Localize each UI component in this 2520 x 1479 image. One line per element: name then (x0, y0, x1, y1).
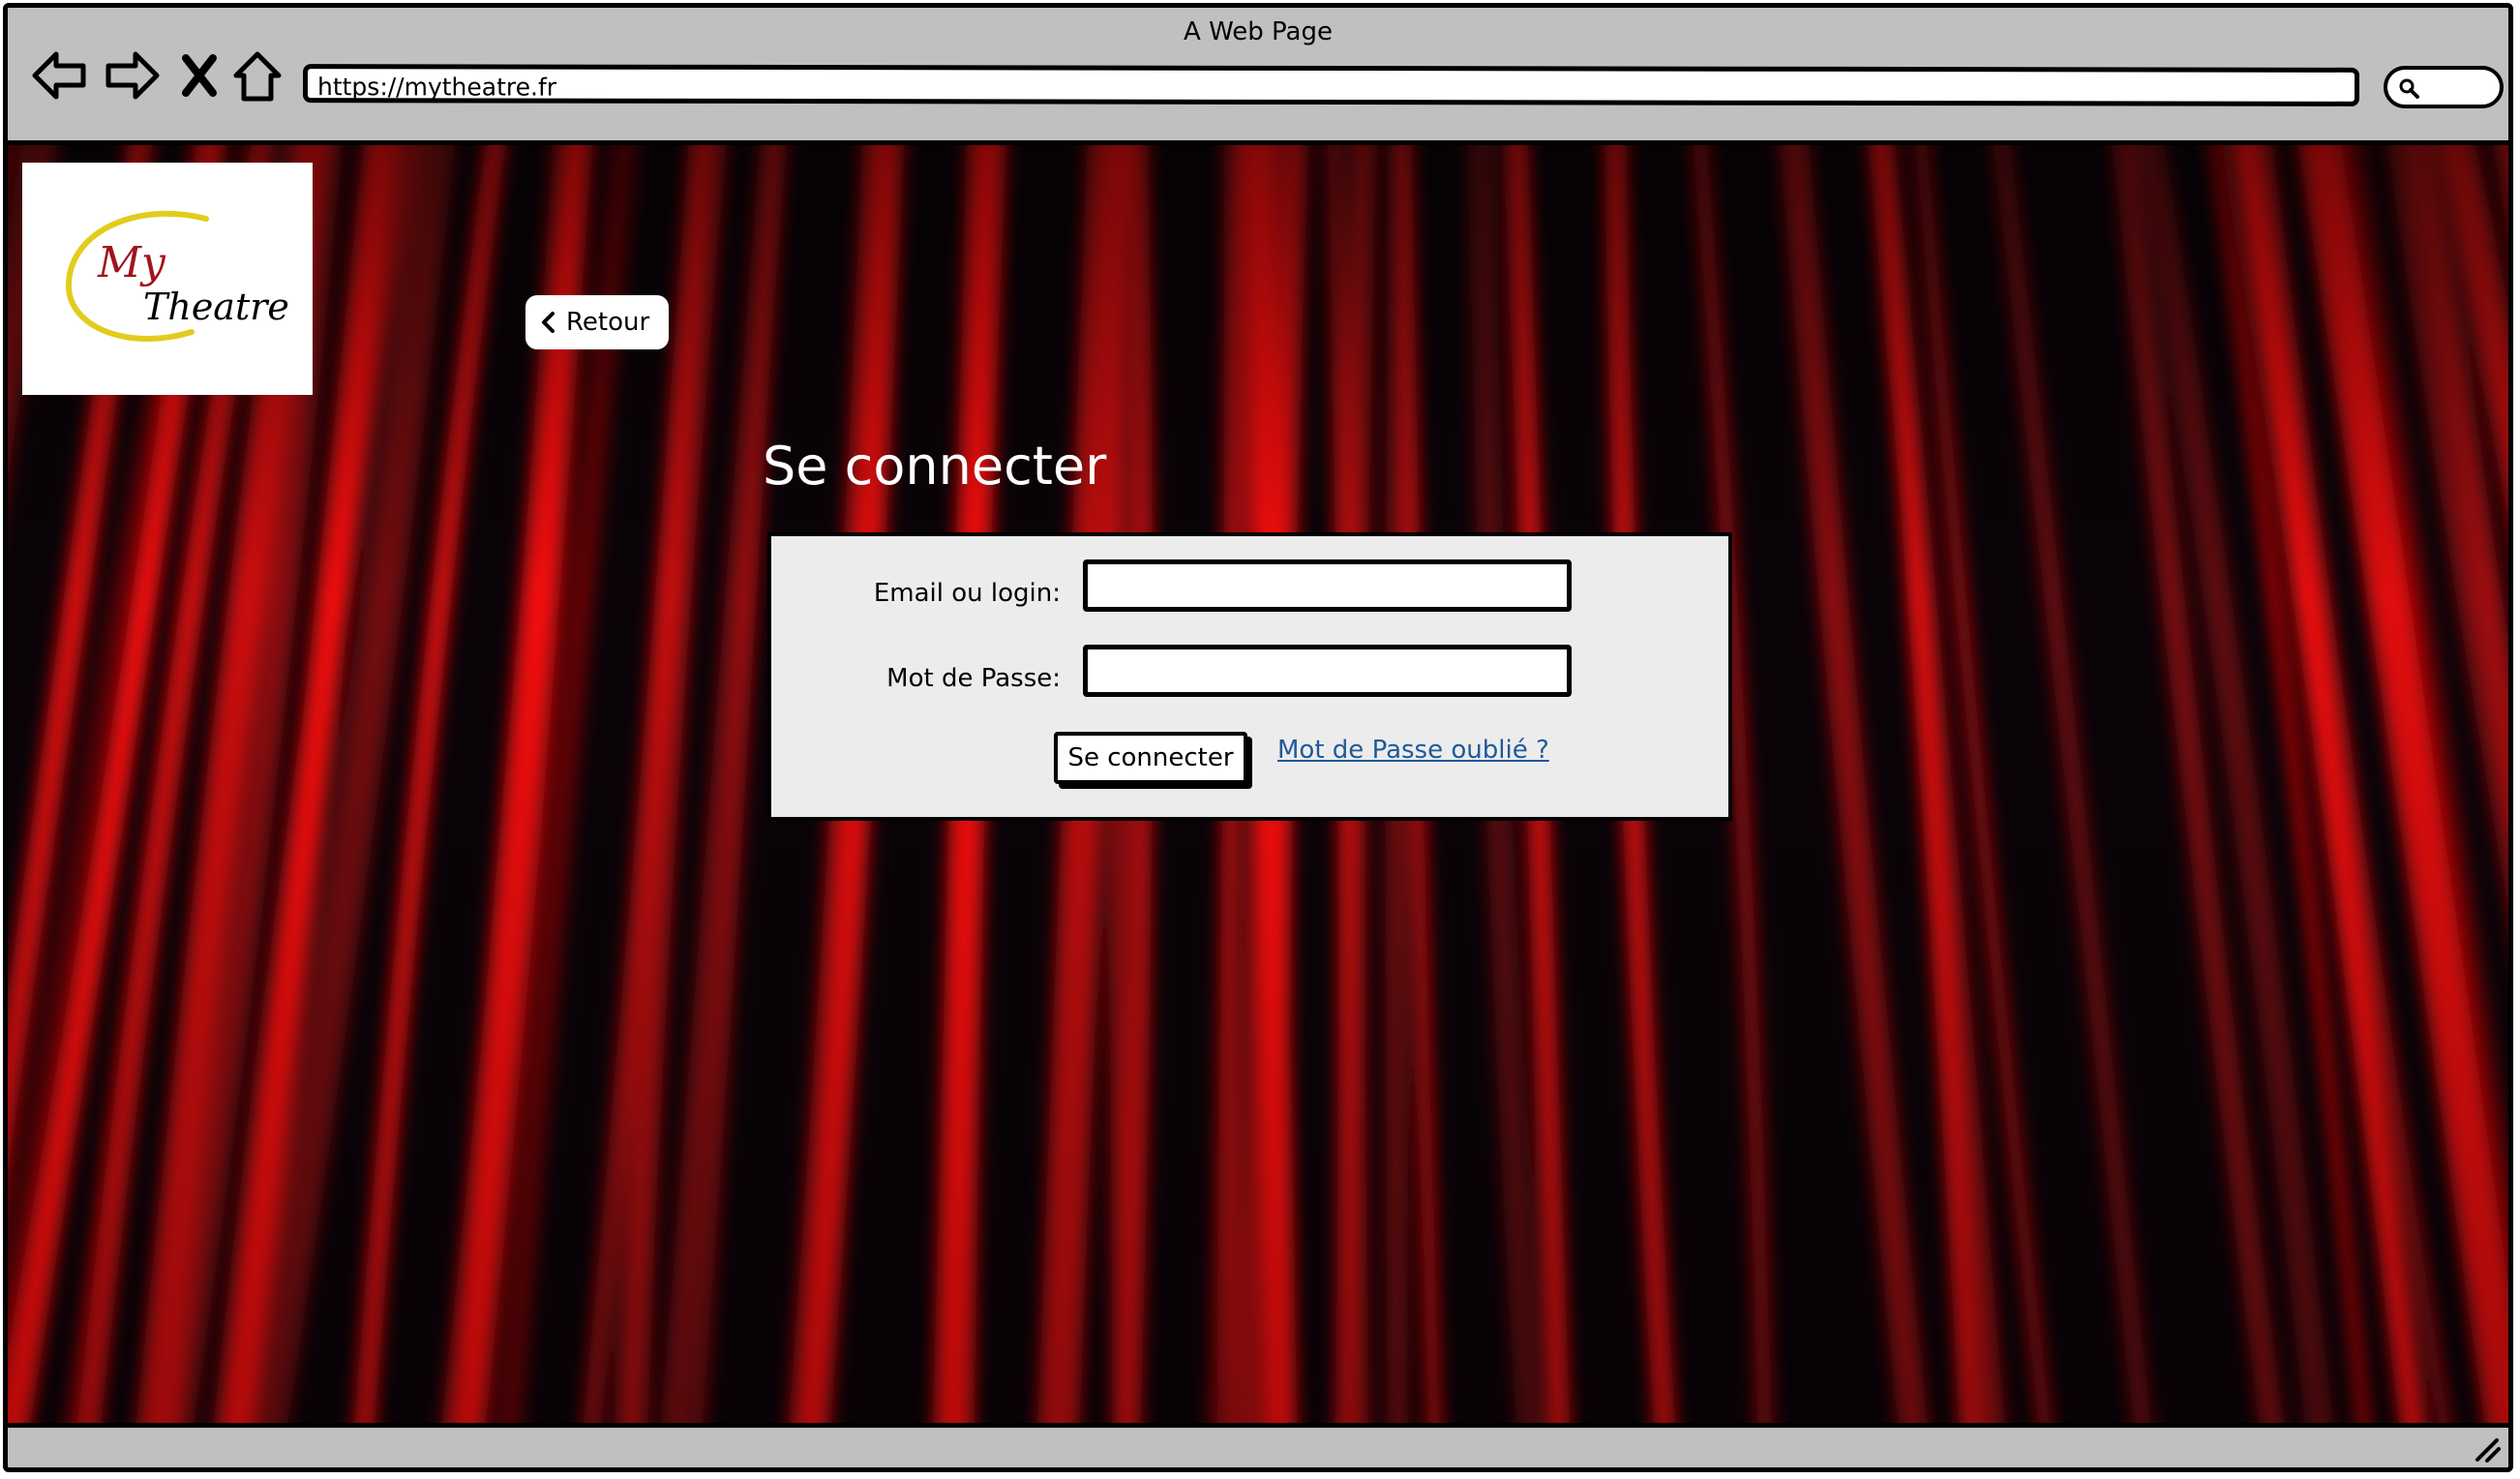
login-form: Email ou login: Mot de Passe: Se connect… (767, 532, 1732, 821)
resize-grip-icon[interactable] (2472, 1434, 2503, 1464)
back-arrow-icon[interactable] (29, 46, 89, 105)
forgot-password-link[interactable]: Mot de Passe oublié ? (1277, 736, 1549, 765)
browser-status-bar (8, 1423, 2508, 1467)
forward-arrow-icon[interactable] (103, 46, 163, 105)
password-input[interactable] (1083, 645, 1572, 697)
email-label: Email ou login: (873, 579, 1061, 608)
browser-search-button[interactable] (2384, 66, 2504, 108)
browser-toolbar: A Web Page https://mytheatre.fr (8, 8, 2508, 145)
back-button-label: Retour (566, 308, 650, 337)
chevron-left-icon (542, 312, 555, 333)
browser-window: A Web Page https://mytheatre.fr My Theat… (3, 3, 2513, 1472)
window-title: A Web Page (1184, 17, 1333, 46)
address-bar[interactable]: https://mytheatre.fr (302, 64, 2360, 106)
stop-icon[interactable] (178, 46, 221, 105)
login-submit-button[interactable]: Se connecter (1054, 732, 1247, 784)
home-icon[interactable] (230, 46, 285, 105)
page-title: Se connecter (763, 436, 1107, 497)
password-label: Mot de Passe: (886, 664, 1061, 693)
logo-text-my: My (97, 238, 166, 287)
page-viewport: My Theatre Retour Se connecter Email ou … (8, 145, 2508, 1433)
url-text: https://mytheatre.fr (316, 73, 557, 102)
logo-text-theatre: Theatre (143, 286, 289, 328)
search-icon (2399, 78, 2419, 99)
site-logo[interactable]: My Theatre (22, 163, 313, 395)
email-input[interactable] (1083, 559, 1572, 612)
back-button[interactable]: Retour (525, 295, 669, 349)
